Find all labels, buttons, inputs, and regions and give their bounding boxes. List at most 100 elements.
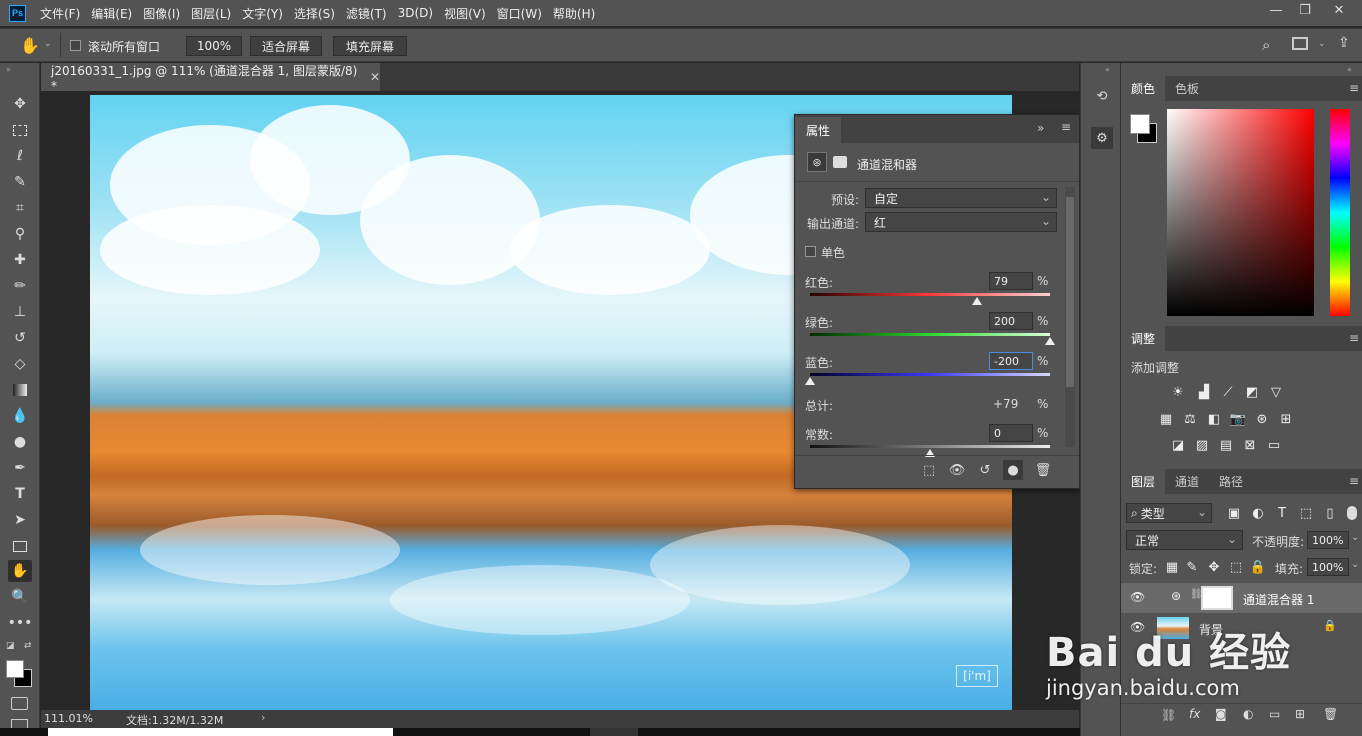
tab-adjustments[interactable]: 调整 <box>1121 326 1166 351</box>
rectangle-tool-icon[interactable] <box>8 535 32 557</box>
collapse-icon[interactable]: » <box>6 65 11 74</box>
green-slider[interactable] <box>810 333 1050 336</box>
channel-mixer-icon[interactable]: ⊛ <box>807 152 827 172</box>
path-select-icon[interactable]: ➤ <box>8 509 32 531</box>
new-group-icon[interactable]: ▭ <box>1269 707 1280 721</box>
layer-name[interactable]: 通道混合器 1 <box>1243 591 1314 608</box>
chevron-down-icon[interactable]: ⌄ <box>1351 532 1359 543</box>
menu-layer[interactable]: 图层(L) <box>191 5 231 22</box>
default-colors-icon[interactable]: ◪ <box>6 641 15 651</box>
healing-brush-icon[interactable]: ✚ <box>8 249 32 271</box>
lock-artboard-icon[interactable]: ⬚ <box>1227 558 1245 576</box>
filter-shape-icon[interactable]: ⬚ <box>1297 504 1315 522</box>
document-tab[interactable]: j20160331_1.jpg @ 111% (通道混合器 1, 图层蒙版/8)… <box>41 63 380 93</box>
history-panel-icon[interactable]: ⟲ <box>1091 85 1113 107</box>
brush-tool-icon[interactable]: ✏ <box>8 275 32 297</box>
menu-edit[interactable]: 编辑(E) <box>91 5 132 22</box>
zoom-level[interactable]: 111.01% <box>44 712 93 725</box>
foreground-color-swatch[interactable] <box>6 660 24 678</box>
menu-type[interactable]: 文字(Y) <box>242 5 283 22</box>
menu-select[interactable]: 选择(S) <box>294 5 335 22</box>
hue-saturation-icon[interactable]: ▦ <box>1157 410 1175 428</box>
lock-all-icon[interactable]: 🔒 <box>1249 558 1267 576</box>
zoom-100-button[interactable]: 100% <box>186 36 242 56</box>
preset-select[interactable]: 自定 ⌄ <box>865 188 1057 208</box>
swap-colors-icon[interactable]: ⇄ <box>24 641 32 651</box>
fit-screen-button[interactable]: 适合屏幕 <box>250 36 322 56</box>
reset-icon[interactable]: ↺ <box>975 460 995 480</box>
mask-icon[interactable] <box>833 156 847 168</box>
panel-menu-icon[interactable]: ≡ <box>1349 81 1359 95</box>
filter-type-icon[interactable]: T <box>1273 504 1291 522</box>
hand-tool-icon[interactable]: ✋ <box>20 36 40 55</box>
scroll-all-checkbox[interactable] <box>70 40 81 51</box>
constant-slider[interactable] <box>810 445 1050 448</box>
filter-smart-icon[interactable]: ▯ <box>1321 504 1339 522</box>
crop-tool-icon[interactable]: ⌗ <box>8 197 32 219</box>
link-layers-icon[interactable]: ⛓ <box>1161 708 1176 722</box>
fill-screen-button[interactable]: 填充屏幕 <box>333 36 407 56</box>
new-layer-icon[interactable]: ⊞ <box>1295 707 1305 721</box>
black-white-icon[interactable]: ◧ <box>1205 410 1223 428</box>
layer-filter-select[interactable]: ⌕ 类型 ⌄ <box>1126 503 1212 523</box>
new-adjustment-icon[interactable]: ◐ <box>1243 707 1253 721</box>
panel-menu-icon[interactable]: ≡ <box>1349 474 1359 488</box>
photo-filter-icon[interactable]: 📷 <box>1229 410 1247 428</box>
threshold-icon[interactable]: ▤ <box>1217 436 1235 454</box>
gradient-tool-icon[interactable] <box>8 379 32 401</box>
eyedropper-tool-icon[interactable]: ⚲ <box>8 223 32 245</box>
filter-toggle-icon[interactable] <box>1347 506 1357 520</box>
zoom-tool-icon[interactable]: 🔍 <box>8 586 32 608</box>
brightness-icon[interactable]: ☀ <box>1169 383 1187 401</box>
menu-filter[interactable]: 滤镜(T) <box>346 5 387 22</box>
color-balance-icon[interactable]: ⚖ <box>1181 410 1199 428</box>
tab-color[interactable]: 颜色 <box>1121 76 1166 101</box>
quick-select-tool-icon[interactable]: ✎ <box>8 171 32 193</box>
quick-mask-icon[interactable] <box>11 697 28 710</box>
blue-slider-thumb[interactable] <box>805 377 815 385</box>
hue-slider[interactable] <box>1330 109 1350 316</box>
lock-transparent-icon[interactable]: ▦ <box>1163 558 1181 576</box>
green-slider-thumb[interactable] <box>1045 337 1055 345</box>
delete-layer-icon[interactable]: 🗑 <box>1323 707 1338 721</box>
eraser-tool-icon[interactable]: ◇ <box>8 353 32 375</box>
selective-color-icon[interactable]: ⊠ <box>1241 436 1259 454</box>
collapse-icon[interactable]: « <box>1105 65 1110 74</box>
menu-image[interactable]: 图像(I) <box>143 5 180 22</box>
search-icon[interactable]: ⌕ <box>1262 36 1270 54</box>
more-tools-icon[interactable]: ••• <box>8 612 33 634</box>
monochrome-checkbox[interactable] <box>805 246 816 257</box>
tab-channels[interactable]: 通道 <box>1165 469 1209 494</box>
properties-tab[interactable]: 属性 <box>795 117 841 143</box>
menu-file[interactable]: 文件(F) <box>40 5 80 22</box>
blue-value-input[interactable]: -200 <box>989 352 1033 370</box>
vibrance-icon[interactable]: ▽ <box>1267 383 1285 401</box>
layer-row[interactable]: 👁 ⊛ ⛓ 通道混合器 1 <box>1121 583 1362 613</box>
red-value-input[interactable]: 79 <box>989 272 1033 290</box>
panel-menu-icon[interactable]: ≡ <box>1349 331 1359 345</box>
red-slider-thumb[interactable] <box>972 297 983 305</box>
restore-icon[interactable]: ❐ <box>1288 0 1322 20</box>
hand-tool-icon[interactable]: ✋ <box>8 560 32 582</box>
collapse-icon[interactable]: « <box>1347 65 1352 74</box>
marquee-tool-icon[interactable] <box>8 119 32 141</box>
workspace-icon[interactable] <box>1292 37 1308 50</box>
red-slider[interactable] <box>810 293 1050 296</box>
chevron-down-icon[interactable]: ⌄ <box>1318 39 1326 49</box>
close-tab-icon[interactable]: ✕ <box>370 70 380 84</box>
properties-scrollbar[interactable] <box>1065 187 1075 447</box>
tab-layers[interactable]: 图层 <box>1121 469 1166 494</box>
eye-icon[interactable]: 👁 <box>1130 590 1145 604</box>
color-lookup-icon[interactable]: ⊞ <box>1277 410 1295 428</box>
tab-swatches[interactable]: 色板 <box>1165 76 1209 101</box>
filter-adjustment-icon[interactable]: ◐ <box>1249 504 1267 522</box>
clip-to-layer-icon[interactable]: ⬚ <box>919 460 939 480</box>
scrollbar-thumb[interactable] <box>1066 197 1074 387</box>
blend-mode-select[interactable]: 正常 ⌄ <box>1126 530 1243 550</box>
gradient-map-icon[interactable]: ▭ <box>1265 436 1283 454</box>
properties-panel-icon[interactable]: ⚙ <box>1091 127 1113 149</box>
menu-view[interactable]: 视图(V) <box>444 5 486 22</box>
opacity-input[interactable]: 100% <box>1307 531 1349 549</box>
blue-slider[interactable] <box>810 373 1050 376</box>
chevron-down-icon[interactable]: ⌄ <box>44 39 52 49</box>
